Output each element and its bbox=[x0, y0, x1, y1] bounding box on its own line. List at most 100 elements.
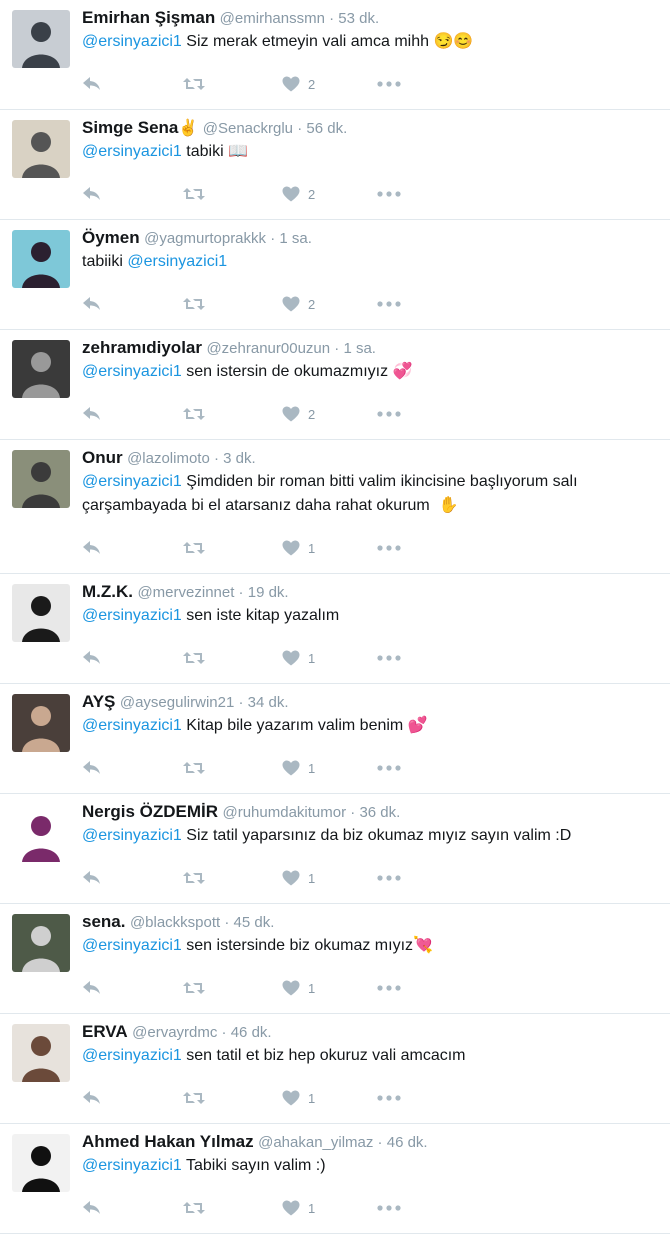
author-name[interactable]: ERVA bbox=[82, 1022, 128, 1041]
mention-link[interactable]: @ersinyazici1 bbox=[82, 1047, 182, 1064]
author-name[interactable]: AYŞ bbox=[82, 692, 115, 711]
retweet-button[interactable] bbox=[182, 73, 206, 95]
tweet-timestamp[interactable]: 1 sa. bbox=[343, 340, 376, 357]
avatar[interactable] bbox=[12, 120, 70, 178]
mention-link[interactable]: @ersinyazici1 bbox=[82, 607, 182, 624]
author-handle[interactable]: @mervezinnet bbox=[137, 584, 234, 601]
avatar[interactable] bbox=[12, 694, 70, 752]
avatar[interactable] bbox=[12, 1024, 70, 1082]
author-handle[interactable]: @zehranur00uzun bbox=[206, 340, 330, 357]
tweet-timestamp[interactable]: 36 dk. bbox=[359, 804, 400, 821]
avatar[interactable] bbox=[12, 584, 70, 642]
retweet-button[interactable] bbox=[182, 977, 206, 999]
mention-link[interactable]: @ersinyazici1 bbox=[82, 1157, 182, 1174]
author-name[interactable]: sena. bbox=[82, 912, 125, 931]
like-button[interactable]: 1 bbox=[282, 757, 315, 779]
tweet[interactable]: M.Z.K. @mervezinnet · 19 dk. @ersinyazici… bbox=[0, 574, 670, 684]
like-button[interactable]: 2 bbox=[282, 183, 315, 205]
author-handle[interactable]: @blackkspott bbox=[130, 914, 220, 931]
reply-button[interactable] bbox=[82, 867, 102, 889]
author-name[interactable]: Emirhan Şişman bbox=[82, 8, 215, 27]
tweet-timestamp[interactable]: 53 dk. bbox=[338, 10, 379, 27]
reply-button[interactable] bbox=[82, 183, 102, 205]
mention-link[interactable]: @ersinyazici1 bbox=[82, 33, 182, 50]
tweet-timestamp[interactable]: 45 dk. bbox=[234, 914, 275, 931]
retweet-button[interactable] bbox=[182, 647, 206, 669]
reply-button[interactable] bbox=[82, 647, 102, 669]
author-handle[interactable]: @Senackrglu bbox=[203, 120, 293, 137]
author-name[interactable]: Onur bbox=[82, 448, 123, 467]
tweet[interactable]: Öymen @yagmurtoprakkk · 1 sa. tabiiki @er… bbox=[0, 220, 670, 330]
avatar[interactable] bbox=[12, 804, 70, 862]
tweet-timestamp[interactable]: 19 dk. bbox=[248, 584, 289, 601]
more-button[interactable] bbox=[377, 647, 401, 669]
mention-link[interactable]: @ersinyazici1 bbox=[82, 363, 182, 380]
reply-button[interactable] bbox=[82, 1087, 102, 1109]
mention-link[interactable]: @ersinyazici1 bbox=[82, 827, 182, 844]
retweet-button[interactable] bbox=[182, 1197, 206, 1219]
more-button[interactable] bbox=[377, 537, 401, 559]
author-name[interactable]: Öymen bbox=[82, 228, 140, 247]
reply-button[interactable] bbox=[82, 403, 102, 425]
like-button[interactable]: 2 bbox=[282, 403, 315, 425]
tweet-timestamp[interactable]: 34 dk. bbox=[248, 694, 289, 711]
tweet-timestamp[interactable]: 1 sa. bbox=[279, 230, 312, 247]
tweet[interactable]: sena. @blackkspott · 45 dk. @ersinyazici1… bbox=[0, 904, 670, 1014]
avatar[interactable] bbox=[12, 450, 70, 508]
mention-link[interactable]: @ersinyazici1 bbox=[82, 143, 182, 160]
author-handle[interactable]: @yagmurtoprakkk bbox=[144, 230, 266, 247]
tweet-timestamp[interactable]: 46 dk. bbox=[387, 1134, 428, 1151]
avatar[interactable] bbox=[12, 230, 70, 288]
avatar[interactable] bbox=[12, 10, 70, 68]
author-handle[interactable]: @ahakan_yilmaz bbox=[258, 1134, 373, 1151]
retweet-button[interactable] bbox=[182, 293, 206, 315]
reply-button[interactable] bbox=[82, 977, 102, 999]
more-button[interactable] bbox=[377, 867, 401, 889]
author-name[interactable]: Nergis ÖZDEMİR bbox=[82, 802, 218, 821]
author-name[interactable]: zehramıdiyolar bbox=[82, 338, 202, 357]
tweet[interactable]: Emirhan Şişman @emirhanssmn · 53 dk. @ers… bbox=[0, 0, 670, 110]
author-name[interactable]: M.Z.K. bbox=[82, 582, 133, 601]
like-button[interactable]: 1 bbox=[282, 1087, 315, 1109]
tweet-timestamp[interactable]: 56 dk. bbox=[306, 120, 347, 137]
author-name[interactable]: Ahmed Hakan Yılmaz bbox=[82, 1132, 254, 1151]
more-button[interactable] bbox=[377, 73, 401, 95]
tweet[interactable]: Onur @lazolimoto · 3 dk. @ersinyazici1 Şi… bbox=[0, 440, 670, 574]
like-button[interactable]: 1 bbox=[282, 1197, 315, 1219]
avatar[interactable] bbox=[12, 1134, 70, 1192]
mention-link[interactable]: @ersinyazici1 bbox=[82, 937, 182, 954]
author-handle[interactable]: @ervayrdmc bbox=[132, 1024, 217, 1041]
author-handle[interactable]: @lazolimoto bbox=[127, 450, 210, 467]
mention-link[interactable]: @ersinyazici1 bbox=[82, 717, 182, 734]
tweet[interactable]: ERVA @ervayrdmc · 46 dk. @ersinyazici1 se… bbox=[0, 1014, 670, 1124]
mention-link[interactable]: @ersinyazici1 bbox=[82, 473, 182, 490]
tweet[interactable]: zehramıdiyolar @zehranur00uzun · 1 sa. @e… bbox=[0, 330, 670, 440]
retweet-button[interactable] bbox=[182, 867, 206, 889]
tweet[interactable]: Nergis ÖZDEMİR @ruhumdakitumor · 36 dk. @… bbox=[0, 794, 670, 904]
avatar[interactable] bbox=[12, 340, 70, 398]
more-button[interactable] bbox=[377, 977, 401, 999]
more-button[interactable] bbox=[377, 1197, 401, 1219]
author-handle[interactable]: @aysegulirwin21 bbox=[120, 694, 234, 711]
reply-button[interactable] bbox=[82, 73, 102, 95]
reply-button[interactable] bbox=[82, 757, 102, 779]
tweet-timestamp[interactable]: 46 dk. bbox=[231, 1024, 272, 1041]
more-button[interactable] bbox=[377, 1087, 401, 1109]
retweet-button[interactable] bbox=[182, 537, 206, 559]
tweet[interactable]: Ahmed Hakan Yılmaz @ahakan_yilmaz · 46 d… bbox=[0, 1124, 670, 1234]
like-button[interactable]: 2 bbox=[282, 73, 315, 95]
more-button[interactable] bbox=[377, 403, 401, 425]
tweet[interactable]: AYŞ @aysegulirwin21 · 34 dk. @ersinyazici… bbox=[0, 684, 670, 794]
like-button[interactable]: 2 bbox=[282, 293, 315, 315]
like-button[interactable]: 1 bbox=[282, 867, 315, 889]
reply-button[interactable] bbox=[82, 1197, 102, 1219]
avatar[interactable] bbox=[12, 914, 70, 972]
reply-button[interactable] bbox=[82, 293, 102, 315]
mention-link[interactable]: @ersinyazici1 bbox=[127, 253, 227, 270]
more-button[interactable] bbox=[377, 293, 401, 315]
more-button[interactable] bbox=[377, 757, 401, 779]
tweet[interactable]: Simge Sena✌ @Senackrglu · 56 dk. @ersinya… bbox=[0, 110, 670, 220]
author-handle[interactable]: @emirhanssmn bbox=[220, 10, 325, 27]
author-name[interactable]: Simge Sena bbox=[82, 118, 178, 137]
reply-button[interactable] bbox=[82, 537, 102, 559]
